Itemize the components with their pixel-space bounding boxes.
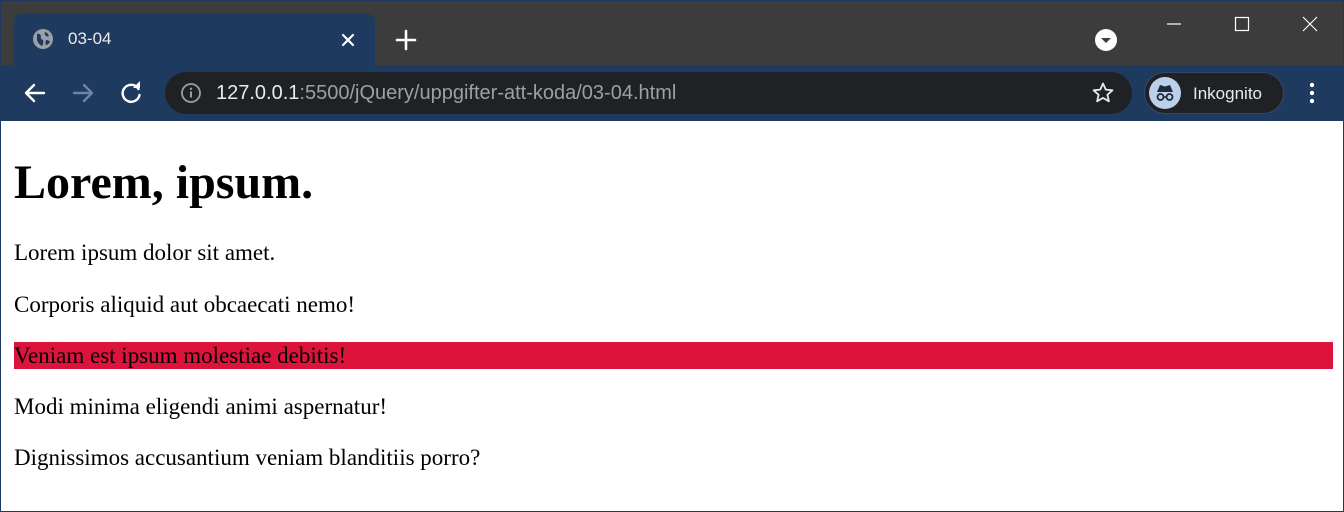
forward-arrow-icon[interactable]: [69, 79, 97, 107]
maximize-icon: [1234, 16, 1250, 32]
page-content: Lorem, ipsum. Lorem ipsum dolor sit amet…: [1, 121, 1343, 511]
incognito-profile-button[interactable]: Inkognito: [1144, 72, 1284, 114]
tab-strip: 03-04: [1, 1, 1343, 66]
window-close-icon: [1302, 16, 1318, 32]
url-path: :5500/jQuery/uppgifter-att-koda/03-04.ht…: [299, 82, 677, 104]
tab-active[interactable]: 03-04: [14, 14, 375, 66]
incognito-icon: [1156, 85, 1174, 101]
address-bar[interactable]: 127.0.0.1:5500/jQuery/uppgifter-att-koda…: [165, 72, 1132, 114]
star-icon[interactable]: [1091, 81, 1115, 105]
paragraph-2: Corporis aliquid aut obcaecati nemo!: [14, 292, 356, 317]
incognito-label: Inkognito: [1193, 84, 1262, 103]
maximize-button[interactable]: [1208, 1, 1276, 47]
window-close-button[interactable]: [1276, 1, 1343, 47]
paragraph-1: Lorem ipsum dolor sit amet.: [14, 240, 276, 265]
tab-search-icon[interactable]: [1094, 28, 1118, 52]
globe-icon: [33, 29, 53, 49]
reload-icon[interactable]: [117, 79, 145, 107]
paragraph-5: Dignissimos accusantium veniam blanditii…: [14, 445, 481, 470]
minimize-button[interactable]: [1140, 1, 1208, 47]
url-text[interactable]: 127.0.0.1:5500/jQuery/uppgifter-att-koda…: [216, 82, 676, 105]
tab-title: 03-04: [68, 29, 112, 48]
kebab-menu-icon[interactable]: [1300, 79, 1324, 107]
browser-toolbar: 127.0.0.1:5500/jQuery/uppgifter-att-koda…: [1, 65, 1343, 121]
plus-icon[interactable]: [393, 27, 419, 53]
paragraph-4: Modi minima eligendi animi aspernatur!: [14, 394, 388, 419]
close-icon[interactable]: [336, 28, 360, 52]
browser-window: 03-04 127.0.0.1:5500/jQuery/uppgifter-at…: [0, 0, 1344, 512]
info-icon[interactable]: [180, 82, 202, 104]
page-heading: Lorem, ipsum.: [14, 156, 314, 209]
incognito-avatar: [1149, 77, 1181, 109]
back-arrow-icon[interactable]: [21, 79, 49, 107]
url-host: 127.0.0.1: [216, 82, 300, 104]
minimize-icon: [1167, 23, 1181, 25]
paragraph-3-highlighted: Veniam est ipsum molestiae debitis!: [14, 342, 1333, 369]
